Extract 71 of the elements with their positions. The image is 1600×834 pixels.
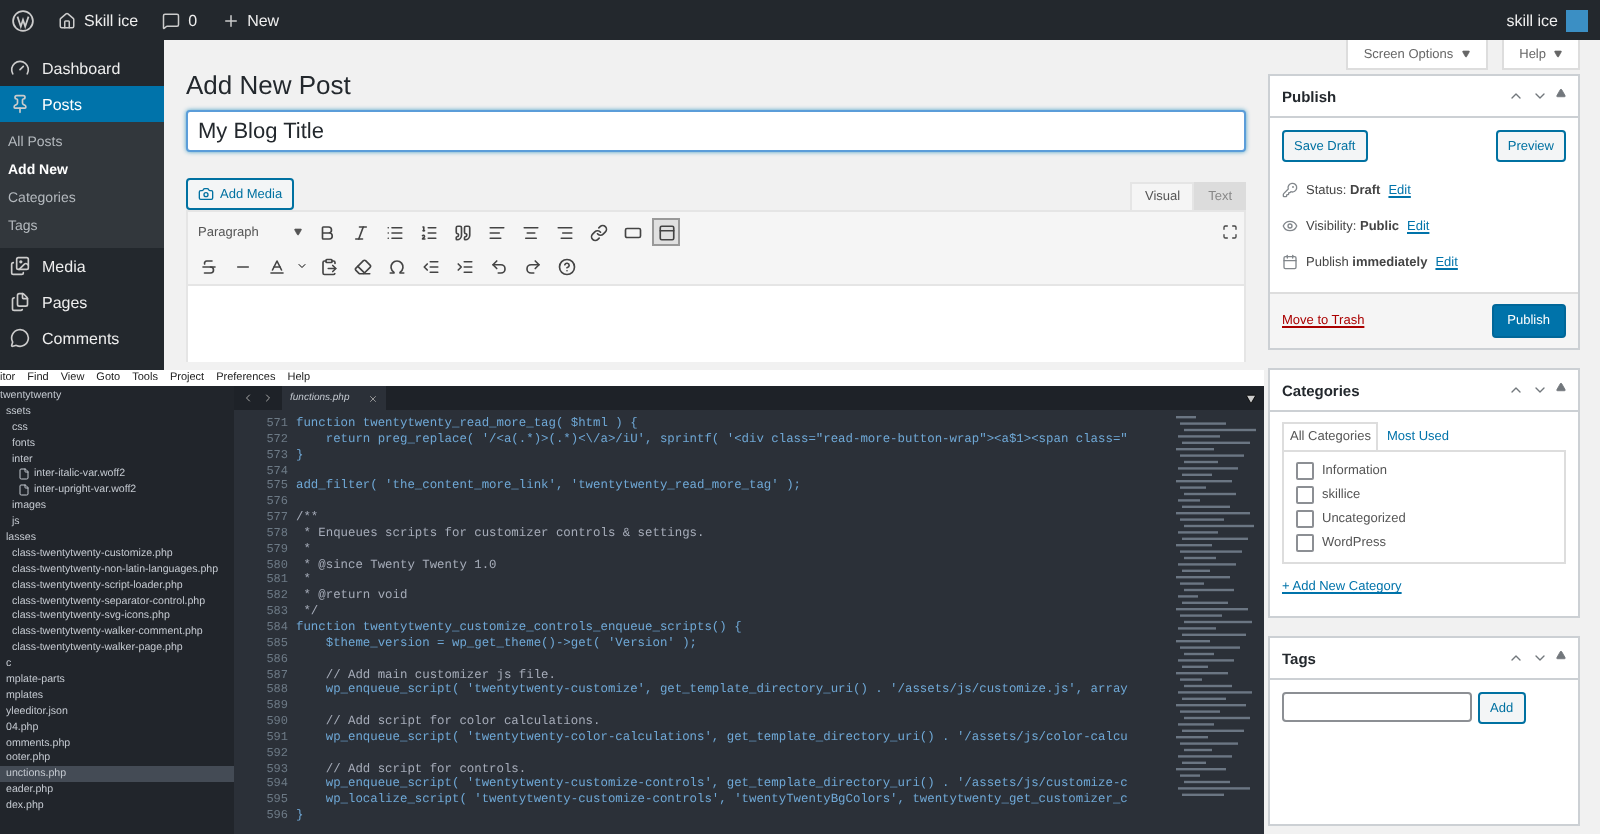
- chevron-up-icon: [1508, 88, 1524, 104]
- checkbox[interactable]: [1296, 534, 1314, 552]
- chevron-left-icon: [242, 392, 254, 404]
- eraser-icon: [353, 257, 371, 275]
- toolbar-toggle-button[interactable]: [652, 218, 680, 246]
- chevron-down-icon: [1532, 650, 1548, 666]
- read-more-icon: [623, 223, 641, 241]
- chevron-down-icon: [1532, 382, 1548, 398]
- checkbox[interactable]: [1296, 510, 1314, 528]
- key-icon: [1282, 182, 1298, 198]
- file-icon: [18, 484, 30, 497]
- sidebar-item[interactable]: Dashboard: [0, 50, 164, 86]
- file-icon: [18, 468, 30, 481]
- sidebar-item[interactable]: Posts: [0, 86, 164, 122]
- chevron-up-icon: [1508, 382, 1524, 398]
- home-icon: [58, 11, 76, 29]
- italic-icon: [351, 223, 369, 241]
- sidebar-item[interactable]: Pages: [0, 284, 164, 320]
- outdent-icon: [421, 257, 439, 275]
- fullscreen-icon: [1222, 224, 1238, 240]
- quote-icon: [453, 223, 471, 241]
- comment-count[interactable]: 0: [188, 11, 198, 29]
- checkbox[interactable]: [1296, 462, 1314, 480]
- user-name[interactable]: skill ice: [1506, 11, 1558, 29]
- wordpress-logo-icon[interactable]: [12, 9, 34, 31]
- triangle-icon[interactable]: [1556, 382, 1566, 392]
- triangle-icon[interactable]: [1556, 88, 1566, 98]
- strikethrough-icon: [199, 257, 217, 275]
- avatar[interactable]: [1566, 9, 1588, 31]
- chevron-up-icon: [1508, 650, 1524, 666]
- caret-icon: [294, 228, 302, 236]
- comment-icon: [162, 11, 181, 29]
- bullet-list-icon: [385, 223, 403, 241]
- chevron-right-icon: [262, 392, 274, 404]
- page-title: Add New Post: [186, 70, 353, 100]
- gauge-icon: [10, 58, 30, 78]
- help-icon: [557, 257, 575, 275]
- indent-icon: [455, 257, 473, 275]
- pushpin-icon: [10, 94, 30, 114]
- undo-icon: [489, 257, 507, 275]
- checkbox[interactable]: [1296, 486, 1314, 504]
- redo-icon: [523, 257, 541, 275]
- media-icon: [10, 256, 30, 276]
- site-name-link[interactable]: Skill ice: [84, 11, 139, 29]
- toolbar-toggle-icon: [657, 223, 675, 241]
- align-right-icon: [555, 223, 573, 241]
- new-link[interactable]: New: [247, 11, 280, 29]
- bold-icon: [317, 223, 335, 241]
- clipboard-icon: [319, 257, 337, 275]
- chevron-down-icon: [1532, 88, 1548, 104]
- speech-bubble-icon: [10, 328, 30, 348]
- calendar-icon: [1282, 254, 1298, 270]
- link-icon: [589, 223, 607, 241]
- camera-icon: [198, 186, 214, 202]
- caret-icon: [1554, 50, 1562, 58]
- caret-icon: [1461, 50, 1470, 58]
- sidebar-item[interactable]: Media: [0, 248, 164, 284]
- eye-icon: [1282, 218, 1298, 234]
- align-center-icon: [521, 223, 539, 241]
- triangle-icon[interactable]: [1556, 650, 1566, 660]
- align-left-icon: [487, 223, 505, 241]
- numbered-list-icon: [419, 223, 437, 241]
- omega-icon: [387, 257, 405, 275]
- title-field[interactable]: My Blog Title: [186, 110, 1246, 152]
- dropdown-icon[interactable]: [1246, 393, 1256, 403]
- plus-icon: [221, 11, 240, 29]
- sidebar-item[interactable]: Comments: [0, 320, 164, 356]
- caret-icon: [296, 260, 308, 272]
- tag-input-field[interactable]: [1282, 692, 1472, 722]
- pages-icon: [10, 292, 30, 312]
- text-color-icon: [267, 257, 285, 275]
